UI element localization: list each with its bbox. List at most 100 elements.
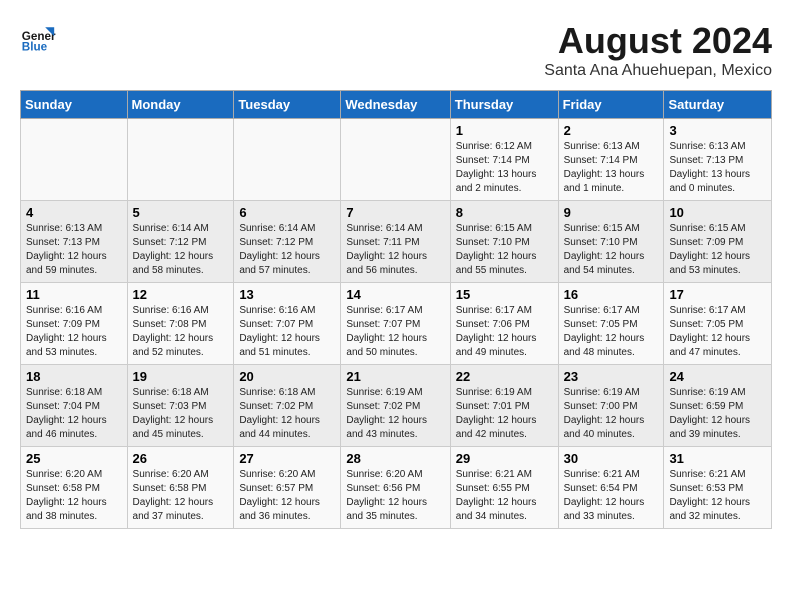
calendar-cell: 21 Sunrise: 6:19 AMSunset: 7:02 PMDayligh… xyxy=(341,365,450,447)
day-number: 27 xyxy=(239,451,335,466)
day-info: Sunrise: 6:16 AMSunset: 7:08 PMDaylight:… xyxy=(133,304,229,360)
day-number: 26 xyxy=(133,451,229,466)
calendar-cell: 12Sunrise: 6:16 AMSunset: 7:08 PMDayligh… xyxy=(127,283,234,365)
calendar-cell: 2 Sunrise: 6:13 AMSunset: 7:14 PMDaylight… xyxy=(558,119,664,201)
day-info: Sunrise: 6:18 AMSunset: 7:04 PMDaylight:… xyxy=(26,386,122,442)
calendar-cell: 19 Sunrise: 6:18 AMSunset: 7:03 PMDayligh… xyxy=(127,365,234,447)
day-number: 7 xyxy=(346,205,444,220)
day-number: 15 xyxy=(456,287,553,302)
day-number: 9 xyxy=(564,205,659,220)
calendar-cell: 3 Sunrise: 6:13 AMSunset: 7:13 PMDaylight… xyxy=(664,119,772,201)
day-number: 29 xyxy=(456,451,553,466)
calendar-cell: 24 Sunrise: 6:19 AMSunset: 6:59 PMDayligh… xyxy=(664,365,772,447)
week-row-4: 18 Sunrise: 6:18 AMSunset: 7:04 PMDayligh… xyxy=(21,365,772,447)
week-row-5: 25Sunrise: 6:20 AMSunset: 6:58 PMDayligh… xyxy=(21,447,772,529)
day-info: Sunrise: 6:17 AMSunset: 7:07 PMDaylight:… xyxy=(346,304,444,360)
day-number: 18 xyxy=(26,369,122,384)
day-number: 31 xyxy=(669,451,766,466)
svg-text:Blue: Blue xyxy=(22,41,48,54)
day-info: Sunrise: 6:16 AMSunset: 7:07 PMDaylight:… xyxy=(239,304,335,360)
week-row-2: 4Sunrise: 6:13 AMSunset: 7:13 PMDaylight… xyxy=(21,201,772,283)
day-number: 11 xyxy=(26,287,122,302)
subtitle: Santa Ana Ahuehuepan, Mexico xyxy=(544,62,772,80)
logo-icon: General Blue xyxy=(20,20,56,56)
main-title: August 2024 xyxy=(544,20,772,62)
header-cell-saturday: Saturday xyxy=(664,91,772,119)
day-number: 3 xyxy=(669,123,766,138)
day-number: 8 xyxy=(456,205,553,220)
calendar-cell xyxy=(127,119,234,201)
day-number: 24 xyxy=(669,369,766,384)
calendar-cell: 17Sunrise: 6:17 AMSunset: 7:05 PMDayligh… xyxy=(664,283,772,365)
day-info: Sunrise: 6:14 AMSunset: 7:11 PMDaylight:… xyxy=(346,222,444,278)
calendar-cell: 20Sunrise: 6:18 AMSunset: 7:02 PMDayligh… xyxy=(234,365,341,447)
day-info: Sunrise: 6:19 AMSunset: 7:02 PMDaylight:… xyxy=(346,386,444,442)
week-row-1: 1Sunrise: 6:12 AMSunset: 7:14 PMDaylight… xyxy=(21,119,772,201)
day-info: Sunrise: 6:13 AMSunset: 7:13 PMDaylight:… xyxy=(669,140,766,196)
calendar-cell: 31 Sunrise: 6:21 AMSunset: 6:53 PMDayligh… xyxy=(664,447,772,529)
day-info: Sunrise: 6:19 AMSunset: 7:01 PMDaylight:… xyxy=(456,386,553,442)
calendar-body: 1Sunrise: 6:12 AMSunset: 7:14 PMDaylight… xyxy=(21,119,772,529)
day-info: Sunrise: 6:20 AMSunset: 6:56 PMDaylight:… xyxy=(346,468,444,524)
day-info: Sunrise: 6:13 AMSunset: 7:13 PMDaylight:… xyxy=(26,222,122,278)
day-number: 21 xyxy=(346,369,444,384)
calendar-cell: 8 Sunrise: 6:15 AMSunset: 7:10 PMDaylight… xyxy=(450,201,558,283)
day-number: 14 xyxy=(346,287,444,302)
calendar-cell: 27 Sunrise: 6:20 AMSunset: 6:57 PMDayligh… xyxy=(234,447,341,529)
day-info: Sunrise: 6:16 AMSunset: 7:09 PMDaylight:… xyxy=(26,304,122,360)
header-cell-tuesday: Tuesday xyxy=(234,91,341,119)
day-info: Sunrise: 6:14 AMSunset: 7:12 PMDaylight:… xyxy=(133,222,229,278)
day-number: 30 xyxy=(564,451,659,466)
header-cell-friday: Friday xyxy=(558,91,664,119)
calendar-cell: 6Sunrise: 6:14 AMSunset: 7:12 PMDaylight… xyxy=(234,201,341,283)
day-number: 10 xyxy=(669,205,766,220)
page-header: General Blue August 2024 Santa Ana Ahueh… xyxy=(20,20,772,80)
calendar-cell: 9 Sunrise: 6:15 AMSunset: 7:10 PMDaylight… xyxy=(558,201,664,283)
header-cell-wednesday: Wednesday xyxy=(341,91,450,119)
day-info: Sunrise: 6:18 AMSunset: 7:03 PMDaylight:… xyxy=(133,386,229,442)
calendar-cell: 28 Sunrise: 6:20 AMSunset: 6:56 PMDayligh… xyxy=(341,447,450,529)
day-info: Sunrise: 6:19 AMSunset: 7:00 PMDaylight:… xyxy=(564,386,659,442)
logo: General Blue xyxy=(20,20,56,56)
day-number: 16 xyxy=(564,287,659,302)
header-row: SundayMondayTuesdayWednesdayThursdayFrid… xyxy=(21,91,772,119)
day-number: 6 xyxy=(239,205,335,220)
day-info: Sunrise: 6:15 AMSunset: 7:10 PMDaylight:… xyxy=(564,222,659,278)
calendar-cell: 18 Sunrise: 6:18 AMSunset: 7:04 PMDayligh… xyxy=(21,365,128,447)
calendar-cell: 1Sunrise: 6:12 AMSunset: 7:14 PMDaylight… xyxy=(450,119,558,201)
day-number: 20 xyxy=(239,369,335,384)
day-info: Sunrise: 6:20 AMSunset: 6:58 PMDaylight:… xyxy=(133,468,229,524)
day-info: Sunrise: 6:19 AMSunset: 6:59 PMDaylight:… xyxy=(669,386,766,442)
day-number: 23 xyxy=(564,369,659,384)
calendar-cell xyxy=(234,119,341,201)
day-number: 2 xyxy=(564,123,659,138)
calendar-cell: 16Sunrise: 6:17 AMSunset: 7:05 PMDayligh… xyxy=(558,283,664,365)
calendar-table: SundayMondayTuesdayWednesdayThursdayFrid… xyxy=(20,90,772,529)
calendar-cell: 29 Sunrise: 6:21 AMSunset: 6:55 PMDayligh… xyxy=(450,447,558,529)
calendar-cell: 22Sunrise: 6:19 AMSunset: 7:01 PMDayligh… xyxy=(450,365,558,447)
day-info: Sunrise: 6:21 AMSunset: 6:54 PMDaylight:… xyxy=(564,468,659,524)
calendar-cell: 5 Sunrise: 6:14 AMSunset: 7:12 PMDaylight… xyxy=(127,201,234,283)
day-info: Sunrise: 6:21 AMSunset: 6:53 PMDaylight:… xyxy=(669,468,766,524)
calendar-cell: 26 Sunrise: 6:20 AMSunset: 6:58 PMDayligh… xyxy=(127,447,234,529)
day-number: 17 xyxy=(669,287,766,302)
calendar-cell: 4Sunrise: 6:13 AMSunset: 7:13 PMDaylight… xyxy=(21,201,128,283)
day-number: 19 xyxy=(133,369,229,384)
day-number: 1 xyxy=(456,123,553,138)
title-block: August 2024 Santa Ana Ahuehuepan, Mexico xyxy=(544,20,772,80)
calendar-cell: 13Sunrise: 6:16 AMSunset: 7:07 PMDayligh… xyxy=(234,283,341,365)
header-cell-monday: Monday xyxy=(127,91,234,119)
day-info: Sunrise: 6:15 AMSunset: 7:09 PMDaylight:… xyxy=(669,222,766,278)
day-info: Sunrise: 6:13 AMSunset: 7:14 PMDaylight:… xyxy=(564,140,659,196)
calendar-cell: 11 Sunrise: 6:16 AMSunset: 7:09 PMDayligh… xyxy=(21,283,128,365)
day-info: Sunrise: 6:20 AMSunset: 6:57 PMDaylight:… xyxy=(239,468,335,524)
calendar-cell: 7 Sunrise: 6:14 AMSunset: 7:11 PMDaylight… xyxy=(341,201,450,283)
calendar-cell xyxy=(341,119,450,201)
day-number: 28 xyxy=(346,451,444,466)
day-info: Sunrise: 6:21 AMSunset: 6:55 PMDaylight:… xyxy=(456,468,553,524)
calendar-cell: 14 Sunrise: 6:17 AMSunset: 7:07 PMDayligh… xyxy=(341,283,450,365)
day-number: 5 xyxy=(133,205,229,220)
week-row-3: 11 Sunrise: 6:16 AMSunset: 7:09 PMDayligh… xyxy=(21,283,772,365)
day-info: Sunrise: 6:15 AMSunset: 7:10 PMDaylight:… xyxy=(456,222,553,278)
calendar-cell: 23 Sunrise: 6:19 AMSunset: 7:00 PMDayligh… xyxy=(558,365,664,447)
